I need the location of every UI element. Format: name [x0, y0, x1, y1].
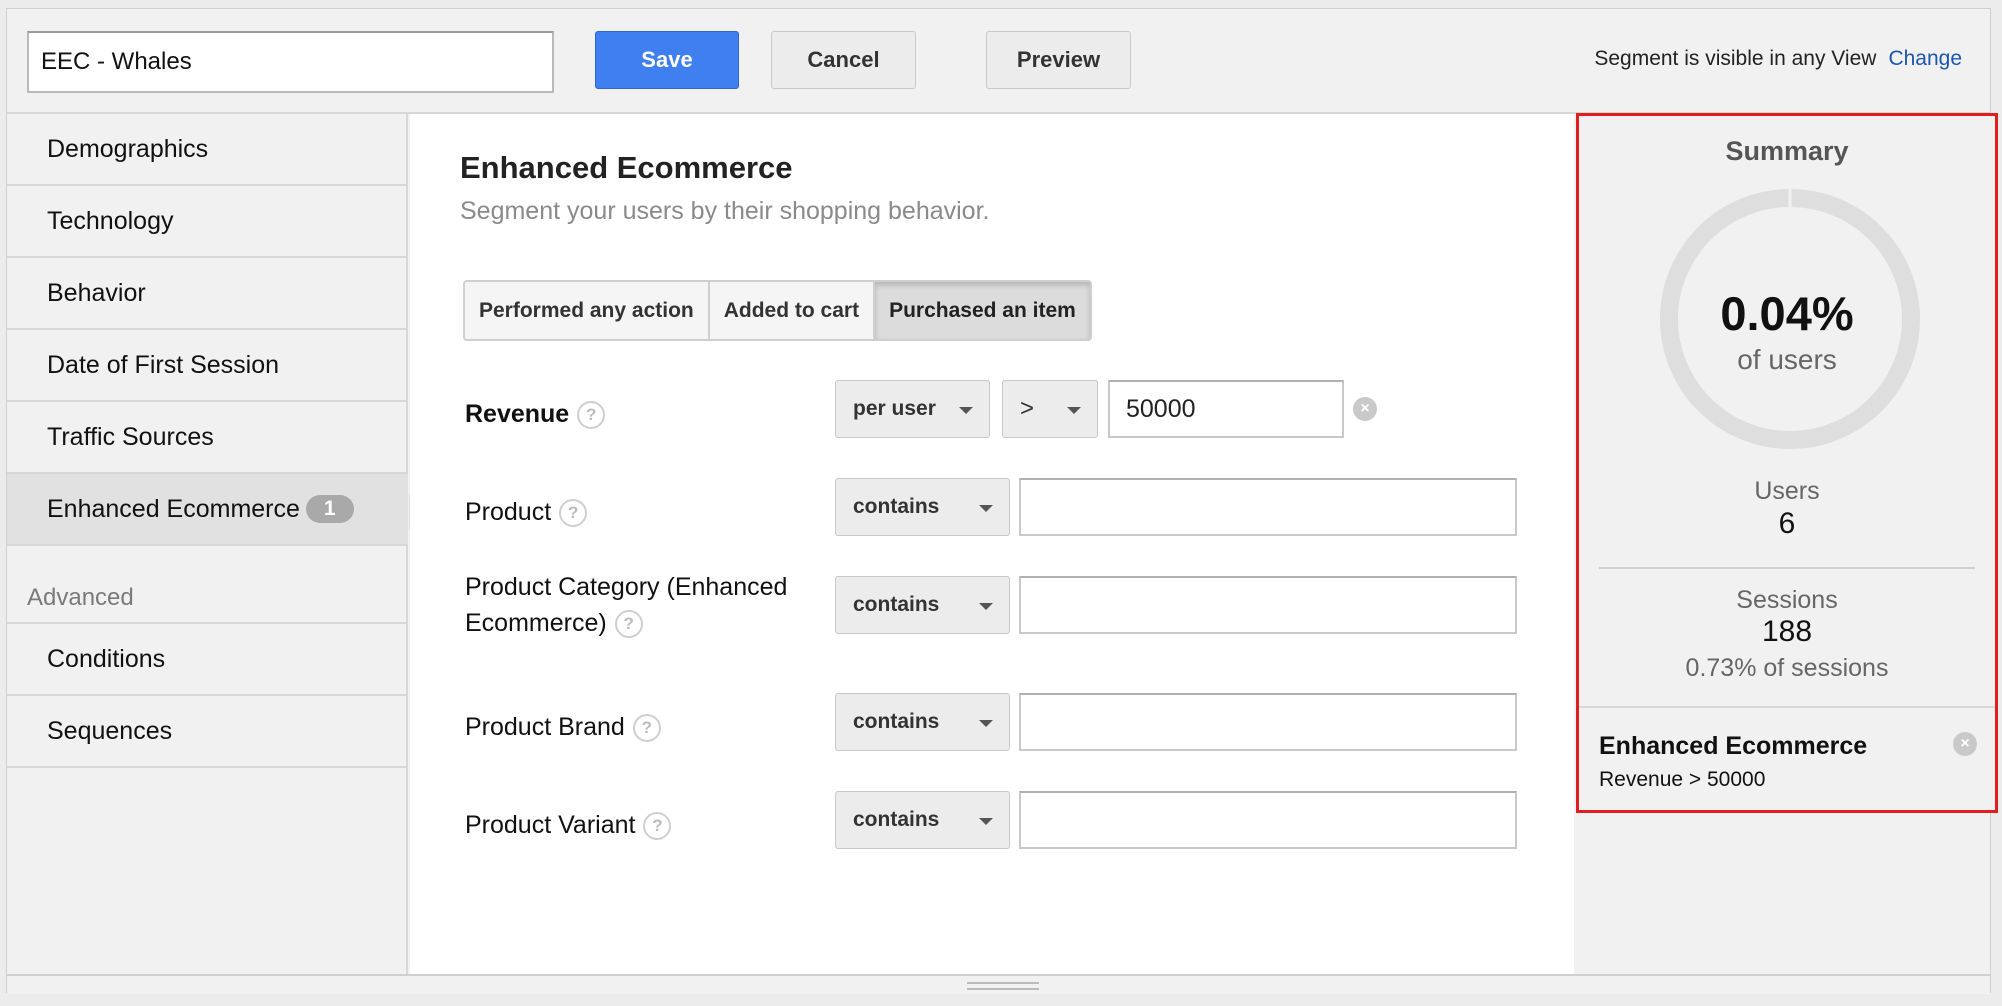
tab-added-to-cart[interactable]: Added to cart: [709, 282, 876, 339]
question-circle-icon[interactable]: ?: [559, 499, 588, 528]
action-tabs: Performed any action Added to cart Purch…: [463, 280, 1092, 341]
product-category-label: Product Category (Enhanced Ecommerce)?: [465, 569, 787, 641]
page-subtitle: Segment your users by their shopping beh…: [460, 197, 990, 225]
revenue-label: Revenue?: [465, 396, 606, 432]
question-circle-icon[interactable]: ?: [577, 401, 606, 430]
remove-condition-icon[interactable]: ×: [1953, 732, 1977, 756]
save-button[interactable]: Save: [595, 31, 739, 89]
page-title: Enhanced Ecommerce: [460, 150, 793, 185]
segment-name-input[interactable]: [27, 31, 554, 93]
dropdown-value: contains: [853, 808, 940, 831]
product-brand-label-text: Product Brand: [465, 713, 625, 741]
sidebar-item-label: Date of First Session: [47, 350, 280, 379]
dropdown-value: >: [1020, 395, 1035, 422]
sidebar-item-technology[interactable]: Technology: [7, 186, 408, 258]
condition-title: Enhanced Ecommerce: [1599, 732, 1868, 760]
chevron-down-icon: [979, 720, 993, 727]
product-brand-operator-dropdown[interactable]: contains: [835, 693, 1010, 751]
chevron-down-icon: [979, 818, 993, 825]
sidebar-item-label: Conditions: [47, 644, 166, 673]
sessions-value: 188: [1761, 615, 1813, 648]
revenue-scope-dropdown[interactable]: per user: [835, 380, 990, 438]
tab-performed-any-action[interactable]: Performed any action: [465, 282, 710, 339]
revenue-value-input[interactable]: [1108, 380, 1344, 438]
visibility-info: Segment is visible in any View Change: [1594, 47, 1962, 71]
dropdown-value: contains: [853, 593, 940, 616]
product-label-text: Product: [465, 498, 552, 526]
main-panel: Enhanced Ecommerce Segment your users by…: [410, 114, 1574, 974]
revenue-operator-dropdown[interactable]: >: [1002, 380, 1098, 438]
product-category-label-line1: Product Category (Enhanced: [465, 573, 788, 601]
product-variant-value-input[interactable]: [1019, 791, 1517, 849]
product-category-label-line2: Ecommerce): [465, 609, 607, 637]
chevron-down-icon: [959, 407, 973, 414]
product-brand-label: Product Brand?: [465, 709, 661, 745]
sidebar-item-label: Traffic Sources: [47, 422, 214, 451]
sidebar-item-behavior[interactable]: Behavior: [7, 258, 408, 330]
clear-icon[interactable]: ×: [1353, 397, 1377, 421]
sidebar-item-label: Technology: [47, 206, 174, 235]
sidebar-item-label: Demographics: [47, 134, 209, 163]
product-operator-dropdown[interactable]: contains: [835, 478, 1010, 536]
sidebar-item-label: Enhanced Ecommerce: [47, 494, 300, 523]
users-label: Users: [1754, 477, 1820, 505]
users-percent-label: of users: [1737, 344, 1837, 375]
chevron-down-icon: [979, 505, 993, 512]
divider: [1579, 706, 1995, 708]
resize-handle[interactable]: [967, 982, 1039, 990]
dropdown-value: contains: [853, 710, 940, 733]
sidebar-item-label: Behavior: [47, 278, 146, 307]
visibility-text: Segment is visible in any View: [1594, 47, 1877, 70]
chevron-down-icon: [1067, 407, 1081, 414]
dropdown-value: per user: [853, 397, 936, 420]
question-circle-icon[interactable]: ?: [643, 812, 672, 841]
resize-bar: [7, 974, 1990, 994]
sidebar: Demographics Technology Behavior Date of…: [7, 114, 430, 974]
summary-title: Summary: [1725, 136, 1849, 166]
top-bar: Save Cancel Preview Segment is visible i…: [7, 9, 1990, 114]
sidebar-item-traffic-sources[interactable]: Traffic Sources: [7, 402, 408, 474]
users-percent: 0.04%: [1720, 287, 1854, 340]
question-circle-icon[interactable]: ?: [632, 714, 661, 743]
preview-button[interactable]: Preview: [986, 31, 1131, 89]
sidebar-item-date-of-first-session[interactable]: Date of First Session: [7, 330, 408, 402]
product-variant-operator-dropdown[interactable]: contains: [835, 791, 1010, 849]
sidebar-item-sequences[interactable]: Sequences: [7, 696, 408, 768]
tab-purchased-an-item[interactable]: Purchased an item: [875, 282, 1090, 339]
summary-panel: Summary 0.04% of users Users 6 Sessions …: [1576, 113, 1998, 813]
product-category-operator-dropdown[interactable]: contains: [835, 576, 1010, 634]
question-circle-icon[interactable]: ?: [614, 610, 643, 639]
product-label: Product?: [465, 494, 588, 530]
sessions-percent: 0.73% of sessions: [1685, 654, 1889, 682]
users-value: 6: [1778, 507, 1796, 540]
divider: [1599, 567, 1975, 569]
condition-count-badge: 1: [305, 495, 354, 523]
change-link[interactable]: Change: [1888, 47, 1962, 70]
revenue-label-text: Revenue: [465, 400, 570, 428]
product-variant-label-text: Product Variant: [465, 811, 636, 839]
product-brand-value-input[interactable]: [1019, 693, 1517, 751]
condition-text: Revenue > 50000: [1599, 768, 1766, 791]
sidebar-item-demographics[interactable]: Demographics: [7, 114, 408, 186]
advanced-heading: Advanced: [27, 584, 134, 611]
product-variant-label: Product Variant?: [465, 807, 672, 843]
sidebar-item-label: Sequences: [47, 716, 173, 745]
product-category-value-input[interactable]: [1019, 576, 1517, 634]
dropdown-value: contains: [853, 495, 940, 518]
sessions-label: Sessions: [1736, 586, 1838, 614]
product-value-input[interactable]: [1019, 478, 1517, 536]
chevron-down-icon: [979, 603, 993, 610]
sidebar-item-enhanced-ecommerce[interactable]: Enhanced Ecommerce 1: [7, 474, 430, 546]
segment-editor: Save Cancel Preview Segment is visible i…: [6, 8, 1998, 994]
sidebar-item-conditions[interactable]: Conditions: [7, 624, 408, 696]
cancel-button[interactable]: Cancel: [771, 31, 916, 89]
